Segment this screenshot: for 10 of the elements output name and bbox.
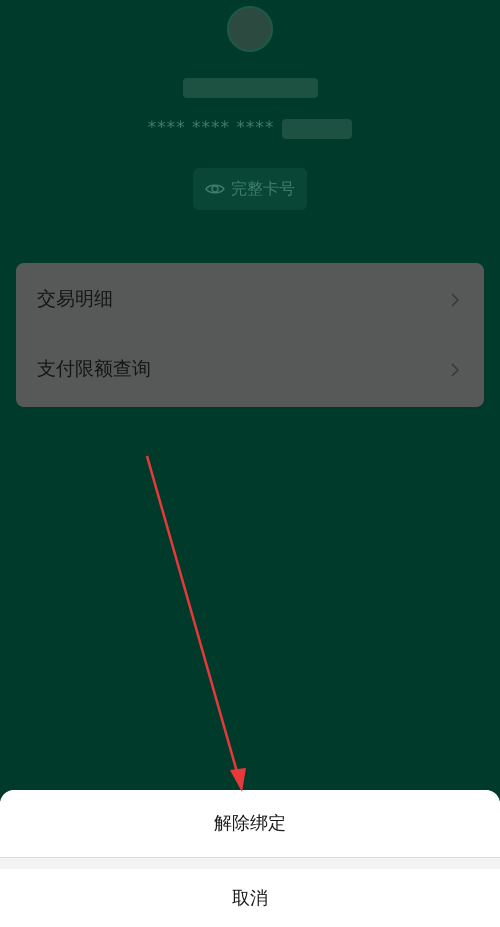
redacted-block bbox=[282, 118, 352, 139]
cancel-button[interactable]: 取消 bbox=[0, 869, 500, 927]
avatar bbox=[227, 6, 273, 52]
masked-card-number: **** **** **** bbox=[148, 117, 274, 140]
menu-item[interactable]: 交易明细 bbox=[16, 264, 484, 334]
unbind-button[interactable]: 解除绑定 bbox=[0, 790, 500, 858]
menu-item[interactable]: 支付限额查询 bbox=[16, 334, 484, 404]
chevron-right-icon bbox=[450, 362, 460, 378]
eye-icon bbox=[205, 182, 225, 196]
chevron-right-icon bbox=[450, 292, 460, 308]
